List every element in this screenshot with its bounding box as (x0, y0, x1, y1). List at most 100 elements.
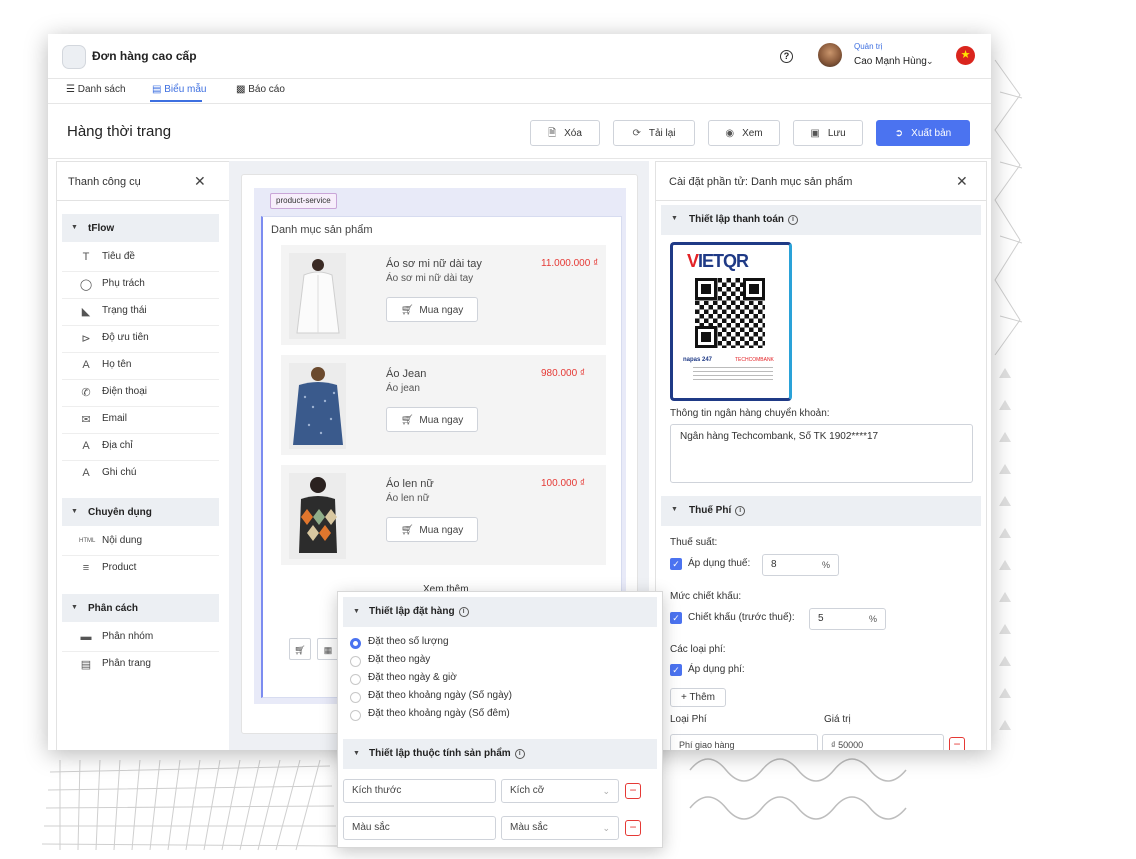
caret-down-icon: ▼ (671, 215, 678, 222)
buy-now-button[interactable]: 🛒︎ Mua ngay (386, 407, 478, 432)
tool-item-label: Phân trang (102, 658, 151, 669)
tool-item-note[interactable]: A Ghi chú (62, 460, 219, 487)
divider (48, 158, 991, 159)
save-label: Lưu (827, 128, 846, 139)
buy-now-button[interactable]: 🛒︎ Mua ngay (386, 297, 478, 322)
tool-item-page-break[interactable]: ▤ Phân trang (62, 651, 219, 678)
close-icon[interactable]: ✕ (956, 173, 968, 190)
tab-list-label: Danh sách (77, 84, 126, 95)
tab-form[interactable]: ▤ Biểu mẫu (152, 84, 206, 95)
section-separator[interactable]: ▼ Phân cách (62, 594, 219, 622)
tab-list[interactable]: ☰ Danh sách (66, 84, 126, 95)
phone-icon: ✆ (81, 387, 91, 399)
percent-unit: % (821, 560, 830, 570)
user-menu-chevron-icon[interactable]: ⌄ (926, 56, 934, 67)
save-button[interactable]: ▣ Lưu (793, 120, 863, 146)
info-icon[interactable]: i (514, 749, 525, 759)
buy-now-button[interactable]: 🛒︎ Mua ngay (386, 517, 478, 542)
attribute-type-select[interactable]: Màu sắc ⌄ (501, 816, 619, 840)
remove-fee-button[interactable]: − (949, 737, 965, 750)
priority-icon: ⊳ (81, 333, 91, 345)
order-by-night-range-radio[interactable] (350, 710, 361, 721)
fee-name-input[interactable]: Phí giao hàng (670, 734, 818, 750)
publish-button[interactable]: ➲ Xuất bản (876, 120, 970, 146)
section-product-attributes[interactable]: ▼ Thiết lập thuộc tính sản phẩm i (343, 739, 657, 769)
apply-fee-checkbox[interactable]: ✓ (670, 664, 682, 676)
tool-item-status[interactable]: ◣ Trạng thái (62, 298, 219, 326)
section-specialized[interactable]: ▼ Chuyên dụng (62, 498, 219, 526)
info-icon[interactable]: i (735, 506, 746, 516)
app-logo[interactable] (62, 45, 86, 69)
chevron-down-icon[interactable]: ⌄ (180, 48, 188, 59)
order-by-quantity-radio[interactable] (350, 638, 361, 649)
product-name: Áo sơ mi nữ dài tay (386, 258, 482, 270)
radio-label: Đặt theo khoảng ngày (Số đêm) (368, 708, 510, 719)
active-tab-underline (150, 100, 202, 102)
tool-item-phone[interactable]: ✆ Điện thoại (62, 379, 219, 407)
bank-info-textarea[interactable]: Ngân hàng Techcombank, Số TK 1902****17 (670, 424, 973, 483)
tool-item-group[interactable]: ▬ Phân nhóm (62, 624, 219, 652)
user-name[interactable]: Cao Mạnh Hùng (854, 56, 927, 67)
tool-item-label: Phụ trách (102, 278, 145, 289)
tool-item-assignee[interactable]: ◯ Phụ trách (62, 271, 219, 299)
remove-attribute-button[interactable]: − (625, 783, 641, 799)
list-icon: ☰ (66, 84, 75, 95)
delete-label: Xóa (564, 128, 582, 139)
tool-item-product[interactable]: ≡ Product (62, 555, 219, 582)
group-icon: ▬ (80, 631, 92, 643)
attribute-name-input[interactable]: Kích thước (343, 779, 496, 803)
tab-report[interactable]: ▩ Báo cáo (236, 84, 285, 95)
discount-checkbox[interactable]: ✓ (670, 612, 682, 624)
tool-item-fullname[interactable]: A Họ tên (62, 352, 219, 380)
tax-rate-input[interactable]: 8% (762, 554, 839, 576)
section-tflow[interactable]: ▼ tFlow (62, 214, 219, 242)
delete-button[interactable]: 🗎 Xóa (530, 120, 600, 146)
reload-button[interactable]: ⟳ Tải lại (613, 120, 695, 146)
attribute-type-select[interactable]: Kích cỡ ⌄ (501, 779, 619, 803)
tool-item-label: Tiêu đề (102, 251, 135, 262)
eye-icon: ◉ (725, 128, 735, 139)
info-icon[interactable]: i (788, 215, 798, 225)
section-payment-settings[interactable]: ▼ Thiết lập thanh toán i (661, 205, 981, 235)
help-icon[interactable]: ? (780, 50, 793, 63)
caret-down-icon: ▼ (671, 506, 678, 513)
avatar[interactable] (818, 43, 842, 67)
vietnam-flag-icon[interactable]: ★ (956, 46, 975, 65)
qr-fine-print (693, 367, 773, 381)
add-fee-button[interactable]: + Thêm (670, 688, 726, 707)
add-fee-label: Thêm (689, 692, 715, 703)
radio-label: Đặt theo ngày & giờ (368, 672, 457, 683)
order-by-day-range-radio[interactable] (350, 692, 361, 703)
tool-item-label: Trạng thái (102, 305, 147, 316)
product-subtitle: Áo sơ mi nữ dài tay (386, 273, 474, 284)
letter-a-icon: A (82, 359, 90, 371)
tool-item-priority[interactable]: ⊳ Độ ưu tiên (62, 325, 219, 353)
tool-item-content[interactable]: HTML Nội dung (62, 528, 219, 556)
attribute-name-input[interactable]: Màu sắc (343, 816, 496, 840)
product-subtitle: Áo len nữ (386, 493, 430, 504)
section-order-settings[interactable]: ▼ Thiết lập đặt hàng i (343, 597, 657, 627)
info-icon[interactable]: i (458, 607, 469, 617)
section-tax-fee[interactable]: ▼ Thuế Phí i (661, 496, 981, 526)
tool-item-email[interactable]: ✉ Email (62, 406, 219, 434)
apply-tax-label: Áp dụng thuế: (688, 558, 751, 569)
fee-value-input[interactable]: ₫ 50000 (822, 734, 944, 750)
cart-button[interactable]: 🛒︎ (289, 638, 311, 660)
catalog-title: Danh mục sản phẩm (271, 224, 373, 236)
view-button[interactable]: ◉ Xem (708, 120, 780, 146)
product-icon: ≡ (82, 562, 90, 574)
tool-item-title[interactable]: T Tiêu đề (62, 244, 219, 272)
tool-item-label: Phân nhóm (102, 631, 154, 642)
qr-button[interactable]: ▦ (317, 638, 339, 660)
order-by-datetime-radio[interactable] (350, 674, 361, 685)
cart-icon: 🛒︎ (400, 525, 414, 536)
remove-attribute-button[interactable]: − (625, 820, 641, 836)
tab-bar: ☰ Danh sách ▤ Biểu mẫu ▩ Báo cáo (48, 79, 991, 104)
tool-item-label: Điện thoại (102, 386, 148, 397)
tool-item-address[interactable]: A Địa chỉ (62, 433, 219, 461)
apply-tax-checkbox[interactable]: ✓ (670, 558, 682, 570)
close-icon[interactable]: ✕ (194, 173, 206, 190)
order-by-day-radio[interactable] (350, 656, 361, 667)
discount-input[interactable]: 5% (809, 608, 886, 630)
tool-item-label: Ghi chú (102, 467, 137, 478)
